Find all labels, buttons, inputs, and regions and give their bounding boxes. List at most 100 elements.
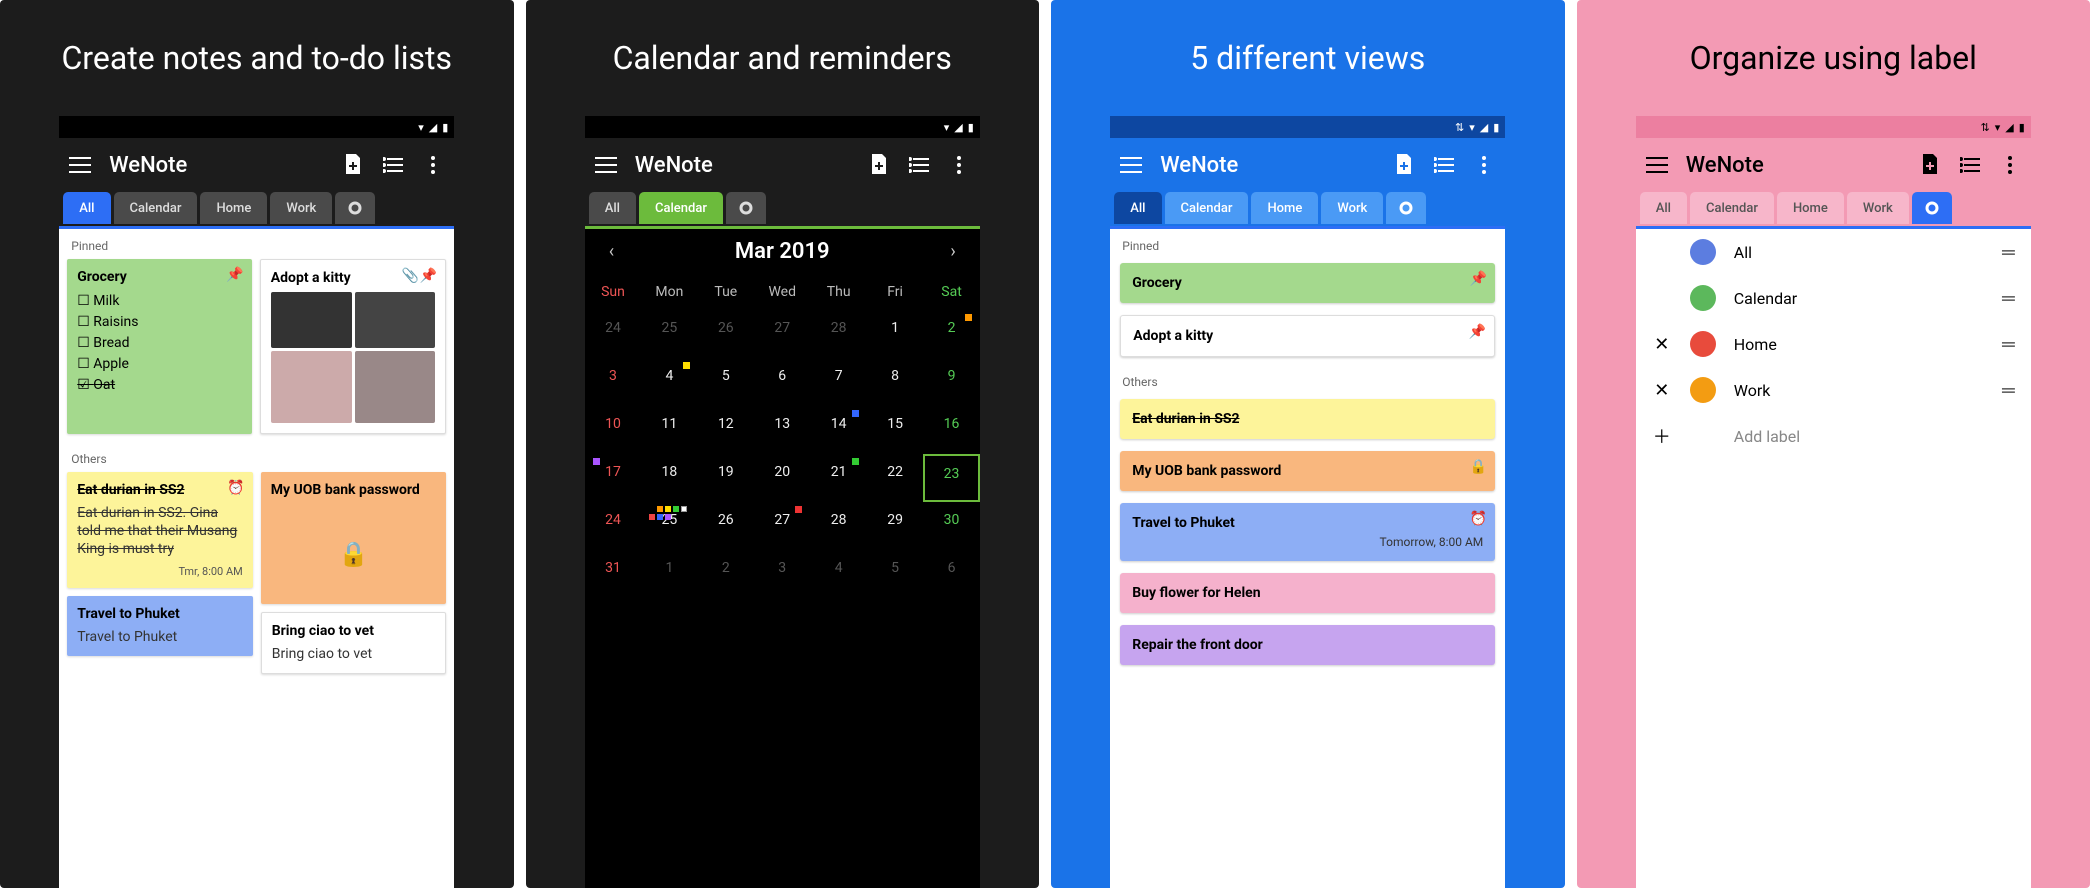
calendar-day[interactable]: 28 bbox=[810, 310, 866, 358]
calendar-day[interactable]: 18 bbox=[641, 454, 697, 502]
calendar-day[interactable]: 27 bbox=[754, 502, 810, 550]
calendar-day[interactable]: 25 bbox=[641, 502, 697, 550]
note-uob[interactable]: My UOB bank password 🔒 bbox=[261, 472, 447, 604]
note-repair[interactable]: Repair the front door bbox=[1120, 625, 1495, 665]
note-adopt[interactable]: 📌 Adopt a kitty bbox=[1120, 315, 1495, 357]
note-helen[interactable]: Buy flower for Helen bbox=[1120, 573, 1495, 613]
tab-home[interactable]: Home bbox=[200, 192, 267, 224]
calendar-day[interactable]: 4 bbox=[810, 550, 866, 598]
calendar-day[interactable]: 6 bbox=[923, 550, 979, 598]
drag-handle-icon[interactable]: ═ bbox=[2002, 334, 2015, 355]
tab-work[interactable]: Work bbox=[1321, 192, 1383, 224]
menu-icon[interactable] bbox=[1646, 157, 1668, 173]
tab-all[interactable]: All bbox=[1640, 192, 1687, 224]
label-row-all[interactable]: All ═ bbox=[1636, 229, 2031, 275]
note-grocery[interactable]: 📌 Grocery bbox=[1120, 263, 1495, 303]
menu-icon[interactable] bbox=[1120, 157, 1142, 173]
calendar-day[interactable]: 26 bbox=[698, 310, 754, 358]
note-phuket[interactable]: Travel to Phuket Travel to Phuket bbox=[67, 596, 253, 656]
list-icon[interactable] bbox=[382, 154, 404, 176]
calendar-day[interactable]: 30 bbox=[923, 502, 979, 550]
tab-all[interactable]: All bbox=[589, 192, 636, 224]
calendar-day[interactable]: 13 bbox=[754, 406, 810, 454]
drag-handle-icon[interactable]: ═ bbox=[2002, 380, 2015, 401]
tab-calendar[interactable]: Calendar bbox=[1690, 192, 1774, 224]
tab-work[interactable]: Work bbox=[270, 192, 332, 224]
tab-all[interactable]: All bbox=[63, 192, 110, 224]
tab-settings[interactable] bbox=[726, 192, 766, 224]
tab-home[interactable]: Home bbox=[1251, 192, 1318, 224]
note-grocery[interactable]: 📌 Grocery Milk Raisins Bread Apple Oat bbox=[67, 259, 252, 434]
tab-all[interactable]: All bbox=[1114, 192, 1161, 224]
overflow-icon[interactable] bbox=[422, 154, 444, 176]
overflow-icon[interactable] bbox=[948, 154, 970, 176]
add-icon[interactable]: ＋ bbox=[1652, 423, 1672, 449]
calendar-day[interactable]: 26 bbox=[698, 502, 754, 550]
calendar-day[interactable]: 1 bbox=[867, 310, 923, 358]
label-row-home[interactable]: ✕ Home ═ bbox=[1636, 321, 2031, 367]
label-row-calendar[interactable]: Calendar ═ bbox=[1636, 275, 2031, 321]
calendar-day[interactable]: 4 bbox=[641, 358, 697, 406]
delete-icon[interactable]: ✕ bbox=[1652, 380, 1672, 401]
calendar-day[interactable]: 17 bbox=[585, 454, 641, 502]
note-uob[interactable]: 🔒 My UOB bank password bbox=[1120, 451, 1495, 491]
calendar-day[interactable]: 20 bbox=[754, 454, 810, 502]
add-label-row[interactable]: ＋ Add label bbox=[1636, 413, 2031, 459]
calendar-day[interactable]: 7 bbox=[810, 358, 866, 406]
calendar-day[interactable]: 21 bbox=[810, 454, 866, 502]
tab-settings[interactable] bbox=[1912, 192, 1952, 224]
calendar-day[interactable]: 2 bbox=[698, 550, 754, 598]
calendar-day[interactable]: 2 bbox=[923, 310, 979, 358]
calendar-day[interactable]: 25 bbox=[641, 310, 697, 358]
new-note-icon[interactable] bbox=[1919, 154, 1941, 176]
calendar-day[interactable]: 31 bbox=[585, 550, 641, 598]
calendar-day[interactable]: 24 bbox=[585, 310, 641, 358]
new-note-icon[interactable] bbox=[868, 154, 890, 176]
menu-icon[interactable] bbox=[595, 157, 617, 173]
calendar-day[interactable]: 1 bbox=[641, 550, 697, 598]
tab-settings[interactable] bbox=[335, 192, 375, 224]
calendar-day[interactable]: 5 bbox=[867, 550, 923, 598]
calendar-day[interactable]: 22 bbox=[867, 454, 923, 502]
calendar-day[interactable]: 16 bbox=[923, 406, 979, 454]
calendar-day[interactable]: 3 bbox=[754, 550, 810, 598]
prev-month-icon[interactable]: ‹ bbox=[609, 241, 614, 262]
menu-icon[interactable] bbox=[69, 157, 91, 173]
calendar-day[interactable]: 15 bbox=[867, 406, 923, 454]
calendar-day[interactable]: 27 bbox=[754, 310, 810, 358]
tab-work[interactable]: Work bbox=[1847, 192, 1909, 224]
tab-calendar[interactable]: Calendar bbox=[1165, 192, 1249, 224]
calendar-day[interactable]: 24 bbox=[585, 502, 641, 550]
tab-settings[interactable] bbox=[1386, 192, 1426, 224]
drag-handle-icon[interactable]: ═ bbox=[2002, 242, 2015, 263]
label-row-work[interactable]: ✕ Work ═ bbox=[1636, 367, 2031, 413]
list-icon[interactable] bbox=[908, 154, 930, 176]
calendar-day[interactable]: 14 bbox=[810, 406, 866, 454]
calendar-day[interactable]: 5 bbox=[698, 358, 754, 406]
delete-icon[interactable]: ✕ bbox=[1652, 334, 1672, 355]
tab-home[interactable]: Home bbox=[1777, 192, 1844, 224]
note-durian[interactable]: Eat durian in SS2 bbox=[1120, 399, 1495, 439]
calendar-day[interactable]: 11 bbox=[641, 406, 697, 454]
calendar-day[interactable]: 29 bbox=[867, 502, 923, 550]
calendar-day[interactable]: 12 bbox=[698, 406, 754, 454]
list-icon[interactable] bbox=[1959, 154, 1981, 176]
calendar-day-selected[interactable]: 23 bbox=[923, 454, 979, 502]
note-durian[interactable]: ⏰ Eat durian in SS2 Eat durian in SS2. G… bbox=[67, 472, 253, 588]
calendar-day[interactable]: 9 bbox=[923, 358, 979, 406]
overflow-icon[interactable] bbox=[1999, 154, 2021, 176]
note-ciao[interactable]: Bring ciao to vet Bring ciao to vet bbox=[261, 612, 447, 674]
overflow-icon[interactable] bbox=[1473, 154, 1495, 176]
tab-calendar[interactable]: Calendar bbox=[114, 192, 198, 224]
calendar-day[interactable]: 6 bbox=[754, 358, 810, 406]
next-month-icon[interactable]: › bbox=[950, 241, 955, 262]
drag-handle-icon[interactable]: ═ bbox=[2002, 288, 2015, 309]
new-note-icon[interactable] bbox=[1393, 154, 1415, 176]
calendar-day[interactable]: 28 bbox=[810, 502, 866, 550]
calendar-day[interactable]: 3 bbox=[585, 358, 641, 406]
note-adopt[interactable]: 📎 📌 Adopt a kitty bbox=[260, 259, 447, 434]
new-note-icon[interactable] bbox=[342, 154, 364, 176]
list-icon[interactable] bbox=[1433, 154, 1455, 176]
calendar-day[interactable]: 19 bbox=[698, 454, 754, 502]
calendar-day[interactable]: 10 bbox=[585, 406, 641, 454]
